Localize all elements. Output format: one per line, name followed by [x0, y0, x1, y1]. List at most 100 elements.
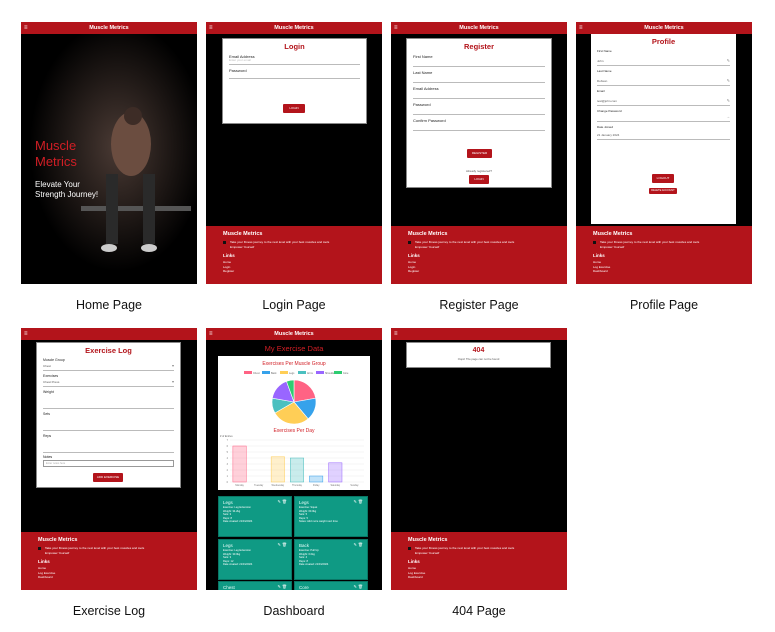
footer-tagline: Take your fitness journey to the next le…: [593, 240, 744, 245]
footer-link-dashboard[interactable]: Dashboard: [593, 269, 744, 274]
footer-subtext: Empower Yourself: [600, 244, 625, 249]
sets-field[interactable]: Sets: [43, 409, 174, 431]
edit-icon[interactable]: ✎: [727, 58, 730, 63]
menu-icon[interactable]: ≡: [394, 328, 398, 340]
arrow-icon[interactable]: →: [726, 114, 730, 119]
delete-account-button[interactable]: DELETE ACCOUNT: [649, 188, 677, 194]
footer-link-dashboard[interactable]: Dashboard: [408, 575, 559, 580]
legend-label: Chest: [253, 372, 260, 375]
password-field[interactable]: Password: [229, 65, 360, 79]
email-field[interactable]: Email test@john.com ✎: [597, 86, 730, 106]
register-button[interactable]: REGISTER: [467, 149, 492, 158]
footer-links-heading: Links: [408, 253, 420, 258]
chevron-down-icon: ▾: [171, 363, 174, 368]
pie-chart: [271, 379, 317, 425]
caption-register: Register Page: [439, 298, 519, 312]
exercise-tile[interactable]: Legs Exercise: Leg Extension Weight: 30.0k…: [218, 539, 292, 580]
menu-icon[interactable]: ≡: [24, 22, 28, 34]
edit-icon[interactable]: ✎: [727, 98, 730, 103]
footer-subtext: Empower Yourself: [415, 244, 440, 249]
edit-delete-icons[interactable]: ✎ 🗑: [277, 585, 287, 589]
app-title: Muscle Metrics: [274, 25, 314, 31]
not-found-message: Oops! The page can not be found: [457, 357, 500, 361]
weight-field[interactable]: Weight: [43, 387, 174, 409]
legend-label: Legs: [289, 372, 295, 375]
edit-icon[interactable]: ✎: [727, 78, 730, 83]
app-bar: ≡ Muscle Metrics: [21, 22, 197, 34]
footer-title: Muscle Metrics: [38, 537, 78, 543]
confirm-password-field[interactable]: Confirm Password: [413, 115, 545, 131]
footer-link-register[interactable]: Register: [223, 269, 374, 274]
email-field[interactable]: Email Address Enter your email: [229, 51, 360, 65]
edit-delete-icons[interactable]: ✎ 🗑: [353, 500, 363, 504]
chevron-down-icon: ▾: [171, 379, 174, 384]
edit-delete-icons[interactable]: ✎ 🗑: [277, 500, 287, 504]
change-password-field[interactable]: Change Password →: [597, 106, 730, 122]
dashboard-title: My Exercise Data: [264, 344, 324, 353]
y-tick-label: 5: [227, 451, 229, 454]
login-button[interactable]: LOGIN: [469, 175, 489, 184]
menu-icon[interactable]: ≡: [579, 22, 583, 34]
last-name-field[interactable]: Last Name Dobson ✎: [597, 66, 730, 86]
first-name-field[interactable]: First Name John ✎: [597, 46, 730, 66]
x-tick-label: Friday: [313, 484, 320, 487]
notes-input[interactable]: Enter notes here: [43, 460, 174, 467]
app-title: Muscle Metrics: [459, 25, 499, 31]
edit-delete-icons[interactable]: ✎ 🗑: [353, 585, 363, 589]
exercise-log-title: Exercise Log: [85, 346, 132, 355]
not-found-card: 404 Oops! The page can not be found: [406, 342, 551, 368]
menu-icon[interactable]: ≡: [209, 328, 213, 340]
hero-subtitle: Elevate Your Strength Journey!: [35, 180, 99, 199]
y-tick-label: 6: [227, 445, 229, 448]
caption-dashboard: Dashboard: [263, 604, 325, 618]
footer-subtext: Empower Yourself: [230, 244, 255, 249]
app-title: Muscle Metrics: [89, 25, 129, 31]
footer-link-dashboard[interactable]: Dashboard: [38, 575, 189, 580]
caption-login: Login Page: [262, 298, 326, 312]
password-field[interactable]: Password: [413, 99, 545, 115]
profile-page-screenshot: ≡ Muscle Metrics Profile First Name John…: [576, 22, 752, 284]
add-exercise-button[interactable]: ADD EXERCISE: [93, 473, 123, 482]
exercise-select[interactable]: Exercises Chest Press ▾: [43, 371, 174, 387]
email-field[interactable]: Email Address: [413, 83, 545, 99]
caption-exercise-log: Exercise Log: [72, 604, 146, 618]
first-name-field[interactable]: First Name: [413, 51, 545, 67]
menu-icon[interactable]: ≡: [24, 328, 28, 340]
bar-thursday: [290, 457, 304, 483]
x-tick-label: Sunday: [350, 484, 359, 487]
bar-chart: # of Entries 0 1 2 3 4 5 6 7 Monday Tuesday Wednesd…: [220, 435, 364, 487]
app-bar: ≡ Muscle Metrics: [391, 22, 567, 34]
x-tick-label: Tuesday: [254, 484, 264, 487]
menu-icon[interactable]: ≡: [394, 22, 398, 34]
footer-tagline: Take your fitness journey to the next le…: [223, 240, 374, 245]
logout-button[interactable]: LOGOUT: [652, 174, 674, 183]
muscle-group-select[interactable]: Muscle Group Chest ▾: [43, 355, 174, 371]
legend-label: Core: [343, 372, 349, 375]
dashboard-screenshot: ≡ Muscle Metrics My Exercise Data Exerci…: [206, 328, 382, 590]
footer-title: Muscle Metrics: [593, 231, 633, 237]
bar-legend-label: # of Entries: [220, 435, 233, 438]
app-bar: ≡: [21, 328, 197, 340]
profile-title: Profile: [651, 37, 676, 46]
login-button[interactable]: LOGIN: [283, 104, 305, 113]
app-bar: ≡ Muscle Metrics: [206, 22, 382, 34]
menu-icon[interactable]: ≡: [209, 22, 213, 34]
footer-link-register[interactable]: Register: [408, 269, 559, 274]
edit-delete-icons[interactable]: ✎ 🗑: [353, 543, 363, 547]
exercise-tile[interactable]: Legs Exercise: Leg Extension Weight: 34.2k…: [218, 496, 292, 537]
footer-subtext: Empower Yourself: [45, 550, 70, 555]
y-tick-label: 4: [227, 457, 229, 460]
not-found-code: 404: [472, 347, 485, 354]
footer-title: Muscle Metrics: [223, 231, 263, 237]
exercise-tile[interactable]: Back Exercise: Pull Up Weight: 0.0kg Sets: …: [294, 539, 368, 580]
edit-delete-icons[interactable]: ✎ 🗑: [277, 543, 287, 547]
caption-404: 404 Page: [452, 604, 506, 618]
exercise-tile[interactable]: Core ✎ 🗑: [294, 581, 368, 590]
last-name-field[interactable]: Last Name: [413, 67, 545, 83]
reps-field[interactable]: Reps: [43, 431, 174, 453]
exercise-tile[interactable]: Chest ✎ 🗑: [218, 581, 292, 590]
legend-label: Back: [271, 372, 277, 375]
exercise-tile[interactable]: Legs Exercise: Squat Weight: 60.0kg Sets: 5…: [294, 496, 368, 537]
bar-friday: [309, 475, 324, 483]
footer-title: Muscle Metrics: [408, 231, 448, 237]
